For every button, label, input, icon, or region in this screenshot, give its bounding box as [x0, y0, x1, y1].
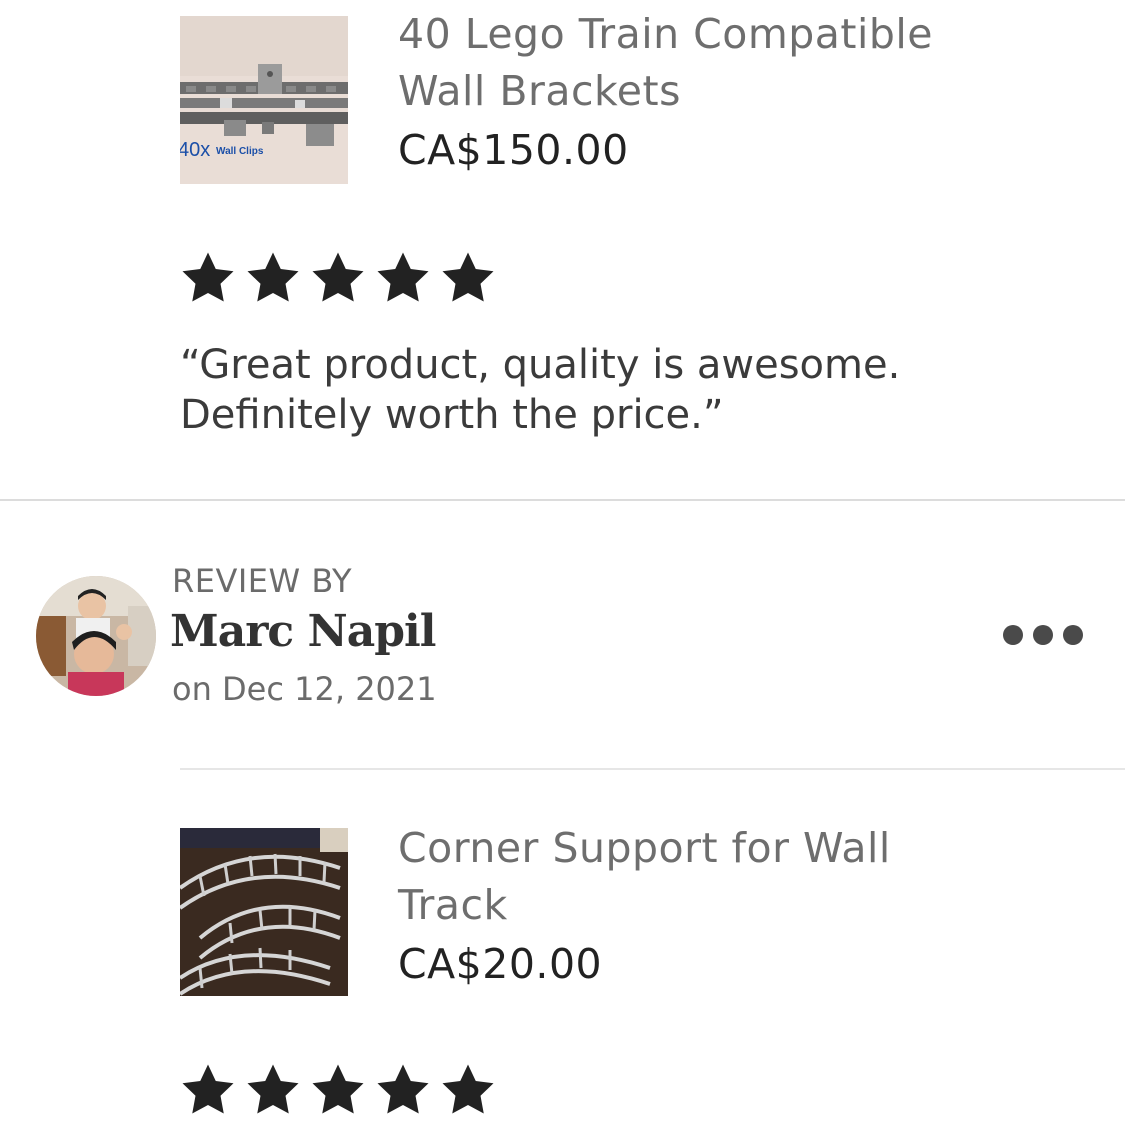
- star-rating: [178, 248, 503, 308]
- star-icon: [178, 248, 238, 308]
- product-thumbnail[interactable]: 40x Wall Clips: [180, 16, 348, 184]
- reviewed-product[interactable]: 40x Wall Clips 40 Lego Train Compatible …: [180, 6, 978, 184]
- star-icon: [373, 1060, 433, 1120]
- star-icon: [438, 248, 498, 308]
- star-icon: [308, 248, 368, 308]
- product-title-line[interactable]: Corner Support for Wall: [398, 820, 978, 877]
- star-icon: [243, 248, 303, 308]
- avatar[interactable]: [36, 576, 156, 696]
- review-text-line: “Great product, quality is awesome.: [180, 342, 901, 388]
- review-by-label: REVIEW BY: [172, 562, 353, 600]
- product-title-line[interactable]: 40 Lego Train Compatible: [398, 6, 978, 63]
- product-thumbnail[interactable]: [180, 828, 348, 996]
- review-date: on Dec 12, 2021: [172, 670, 437, 708]
- star-icon: [438, 1060, 498, 1120]
- more-horizontal-icon: [1003, 625, 1023, 645]
- reviews-screen: 40x Wall Clips 40 Lego Train Compatible …: [0, 0, 1125, 1125]
- star-icon: [308, 1060, 368, 1120]
- product-info: 40 Lego Train Compatible Wall Brackets C…: [398, 6, 978, 179]
- review-text: “Great product, quality is awesome. Defi…: [180, 340, 1000, 440]
- product-price: CA$150.00: [398, 126, 629, 174]
- product-title[interactable]: 40 Lego Train Compatible Wall Brackets: [398, 6, 978, 120]
- section-divider: [180, 768, 1125, 770]
- more-horizontal-icon: [1063, 625, 1083, 645]
- product-title-line[interactable]: Wall Brackets: [398, 63, 978, 120]
- review-text-line: Definitely worth the price.”: [180, 392, 724, 438]
- star-icon: [243, 1060, 303, 1120]
- product-price: CA$20.00: [398, 940, 603, 988]
- star-icon: [373, 248, 433, 308]
- product-title-line[interactable]: Track: [398, 877, 978, 934]
- review-divider: [0, 499, 1125, 501]
- reviewer-name[interactable]: Marc Napil: [170, 604, 436, 660]
- more-horizontal-icon: [1033, 625, 1053, 645]
- more-options-button[interactable]: [1003, 620, 1083, 650]
- thumbnail-caption-big: 40x: [180, 139, 210, 161]
- product-title[interactable]: Corner Support for Wall Track: [398, 820, 978, 934]
- star-rating: [178, 1060, 503, 1120]
- reviewed-product[interactable]: Corner Support for Wall Track CA$20.00: [180, 820, 978, 996]
- product-info: Corner Support for Wall Track CA$20.00: [398, 820, 978, 993]
- svg-text:Wall Clips: Wall Clips: [216, 146, 264, 157]
- star-icon: [178, 1060, 238, 1120]
